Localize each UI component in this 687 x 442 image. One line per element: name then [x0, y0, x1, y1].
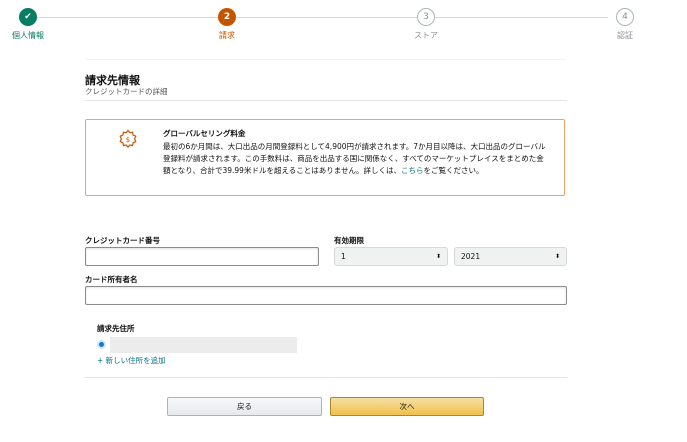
billing-address-label: 請求先住所	[97, 324, 135, 333]
expiry-year-value: 2021	[461, 252, 481, 261]
expiry-label: 有効期限	[334, 236, 364, 245]
header-divider	[85, 59, 565, 60]
card-number-label: クレジットカード番号	[85, 236, 160, 245]
check-icon: ✔	[19, 8, 37, 26]
alert-body: 最初の6か月間は、大口出品の月間登録料として4,900円が請求されます。7か月目…	[163, 141, 548, 177]
stepper-track	[30, 17, 608, 18]
cardholder-label: カード所有者名	[85, 275, 138, 284]
learn-more-link[interactable]: こちら	[401, 166, 424, 175]
svg-text:$: $	[126, 136, 130, 144]
next-button[interactable]: 次へ	[330, 397, 484, 416]
select-arrows-icon: ⬍	[435, 253, 441, 260]
step-verification: 4 認証	[595, 8, 655, 41]
cardholder-input[interactable]	[85, 286, 567, 305]
footer-divider	[85, 377, 567, 378]
expiry-month-select[interactable]: 1 ⬍	[334, 247, 448, 266]
expiry-year-select[interactable]: 2021 ⬍	[454, 247, 567, 266]
expiry-month-value: 1	[341, 252, 346, 261]
page-subtitle: クレジットカードの詳細	[85, 87, 168, 96]
step-number: 2	[218, 8, 236, 26]
add-new-address-link[interactable]: + 新しい住所を追加	[97, 355, 166, 366]
alert-title: グローバルセリング料金	[163, 129, 246, 138]
back-button[interactable]: 戻る	[167, 397, 322, 416]
step-label: 請求	[219, 31, 235, 40]
global-selling-fee-alert: $ グローバルセリング料金 最初の6か月間は、大口出品の月間登録料として4,90…	[85, 119, 565, 196]
card-number-input[interactable]	[85, 247, 319, 266]
step-number: 3	[417, 8, 435, 26]
progress-stepper: ✔ 個人情報 2 請求 3 ストア 4 認証	[0, 0, 687, 50]
step-store: 3 ストア	[396, 8, 456, 41]
address-radio[interactable]	[97, 340, 106, 349]
step-personal-info: ✔ 個人情報	[0, 8, 58, 41]
step-billing: 2 請求	[197, 8, 257, 41]
section-divider	[85, 100, 567, 101]
step-label: ストア	[414, 31, 438, 40]
alert-body-text: 最初の6か月間は、大口出品の月間登録料として4,900円が請求されます。7か月目…	[163, 142, 546, 175]
alert-body-end: をご覧ください。	[423, 166, 484, 175]
step-label: 個人情報	[12, 31, 44, 40]
step-label: 認証	[617, 31, 633, 40]
address-redacted	[110, 337, 297, 353]
gear-badge-icon: $	[119, 129, 137, 148]
select-arrows-icon: ⬍	[554, 253, 560, 260]
step-number: 4	[616, 8, 634, 26]
